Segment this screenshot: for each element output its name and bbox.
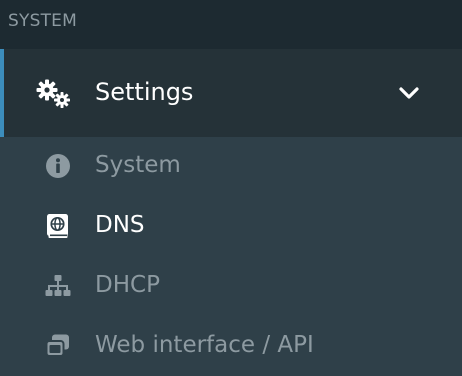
- submenu-item-dhcp-label: DHCP: [95, 272, 160, 298]
- menu-item-settings[interactable]: Settings: [0, 49, 462, 137]
- chevron-down-icon[interactable]: [398, 85, 420, 101]
- submenu-item-web-interface-api-label: Web interface / API: [95, 332, 314, 358]
- section-header: SYSTEM: [0, 0, 462, 49]
- info-circle-icon: [46, 154, 70, 178]
- sitemap-icon: [45, 275, 71, 296]
- window-restore-icon: [45, 334, 69, 357]
- active-indicator: [0, 49, 4, 137]
- submenu-item-web-interface-api[interactable]: Web interface / API: [0, 317, 462, 376]
- submenu-item-dhcp[interactable]: DHCP: [0, 257, 462, 317]
- settings-submenu: System DNS DHCP Web interface / API: [0, 137, 462, 376]
- submenu-item-system-label: System: [95, 152, 181, 178]
- sidebar: SYSTEM Settings System DNS DHCP Web inte…: [0, 0, 462, 376]
- address-book-globe-icon: [47, 214, 68, 238]
- submenu-item-dns[interactable]: DNS: [0, 197, 462, 257]
- submenu-item-dns-label: DNS: [95, 212, 145, 238]
- section-title: SYSTEM: [8, 11, 77, 31]
- submenu-item-system[interactable]: System: [0, 137, 462, 197]
- cogs-icon: [36, 79, 70, 108]
- menu-item-settings-label: Settings: [95, 78, 194, 106]
